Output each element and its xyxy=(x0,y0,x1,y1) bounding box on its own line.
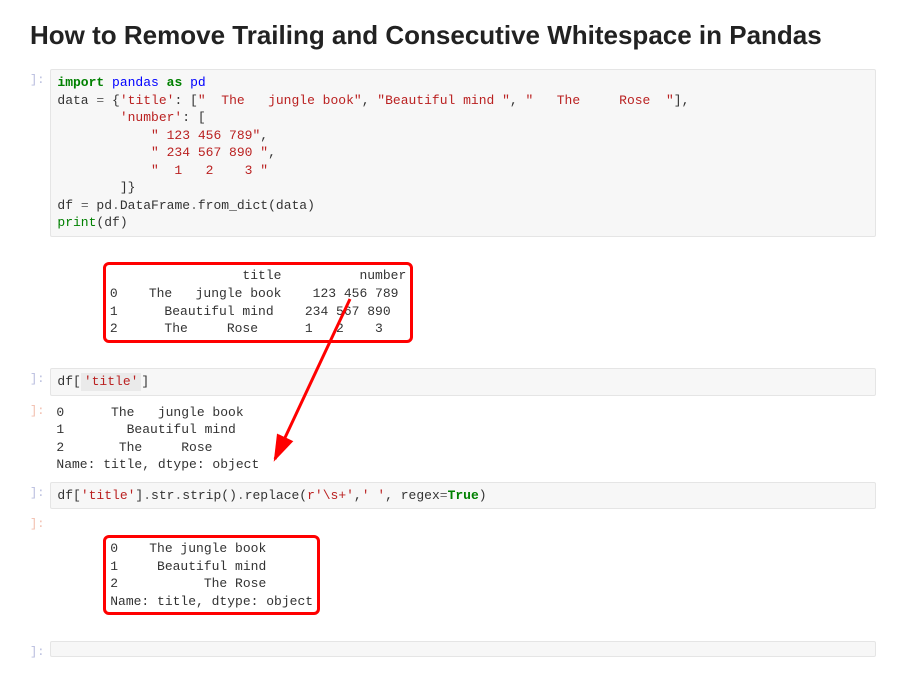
prompt-blank xyxy=(30,241,50,245)
output-cell-2: ]: 0 The jungle book 1 Beautiful mind 2 … xyxy=(30,400,876,478)
prompt-out: ]: xyxy=(30,400,50,418)
code-input-empty[interactable] xyxy=(50,641,876,657)
code-input-1[interactable]: import pandas as pd data = {'title': [" … xyxy=(50,69,876,237)
empty-cell: ]: xyxy=(30,641,876,659)
prompt-in: ]: xyxy=(30,368,50,386)
highlight-box-1: title number 0 The jungle book 123 456 7… xyxy=(103,262,413,342)
prompt-in: ]: xyxy=(30,641,50,659)
output-2: 0 The jungle book 1 Beautiful mind 2 The… xyxy=(50,400,876,478)
highlight-box-2: 0 The jungle book 1 Beautiful mind 2 The… xyxy=(103,535,320,615)
output-3: 0 The jungle book 1 Beautiful mind 2 The… xyxy=(50,513,876,636)
page-title: How to Remove Trailing and Consecutive W… xyxy=(30,20,876,51)
output-cell-3: ]: 0 The jungle book 1 Beautiful mind 2 … xyxy=(30,513,876,636)
prompt-in: ]: xyxy=(30,69,50,87)
code-cell-1: ]: import pandas as pd data = {'title': … xyxy=(30,69,876,237)
code-input-3[interactable]: df['title'].str.strip().replace(r'\s+','… xyxy=(50,482,876,510)
code-cell-3: ]: df['title'].str.strip().replace(r'\s+… xyxy=(30,482,876,510)
prompt-in: ]: xyxy=(30,482,50,500)
output-1: title number 0 The jungle book 123 456 7… xyxy=(50,241,876,364)
prompt-out: ]: xyxy=(30,513,50,531)
code-input-2[interactable]: df['title'] xyxy=(50,368,876,396)
code-cell-2: ]: df['title'] xyxy=(30,368,876,396)
output-cell-1: title number 0 The jungle book 123 456 7… xyxy=(30,241,876,364)
